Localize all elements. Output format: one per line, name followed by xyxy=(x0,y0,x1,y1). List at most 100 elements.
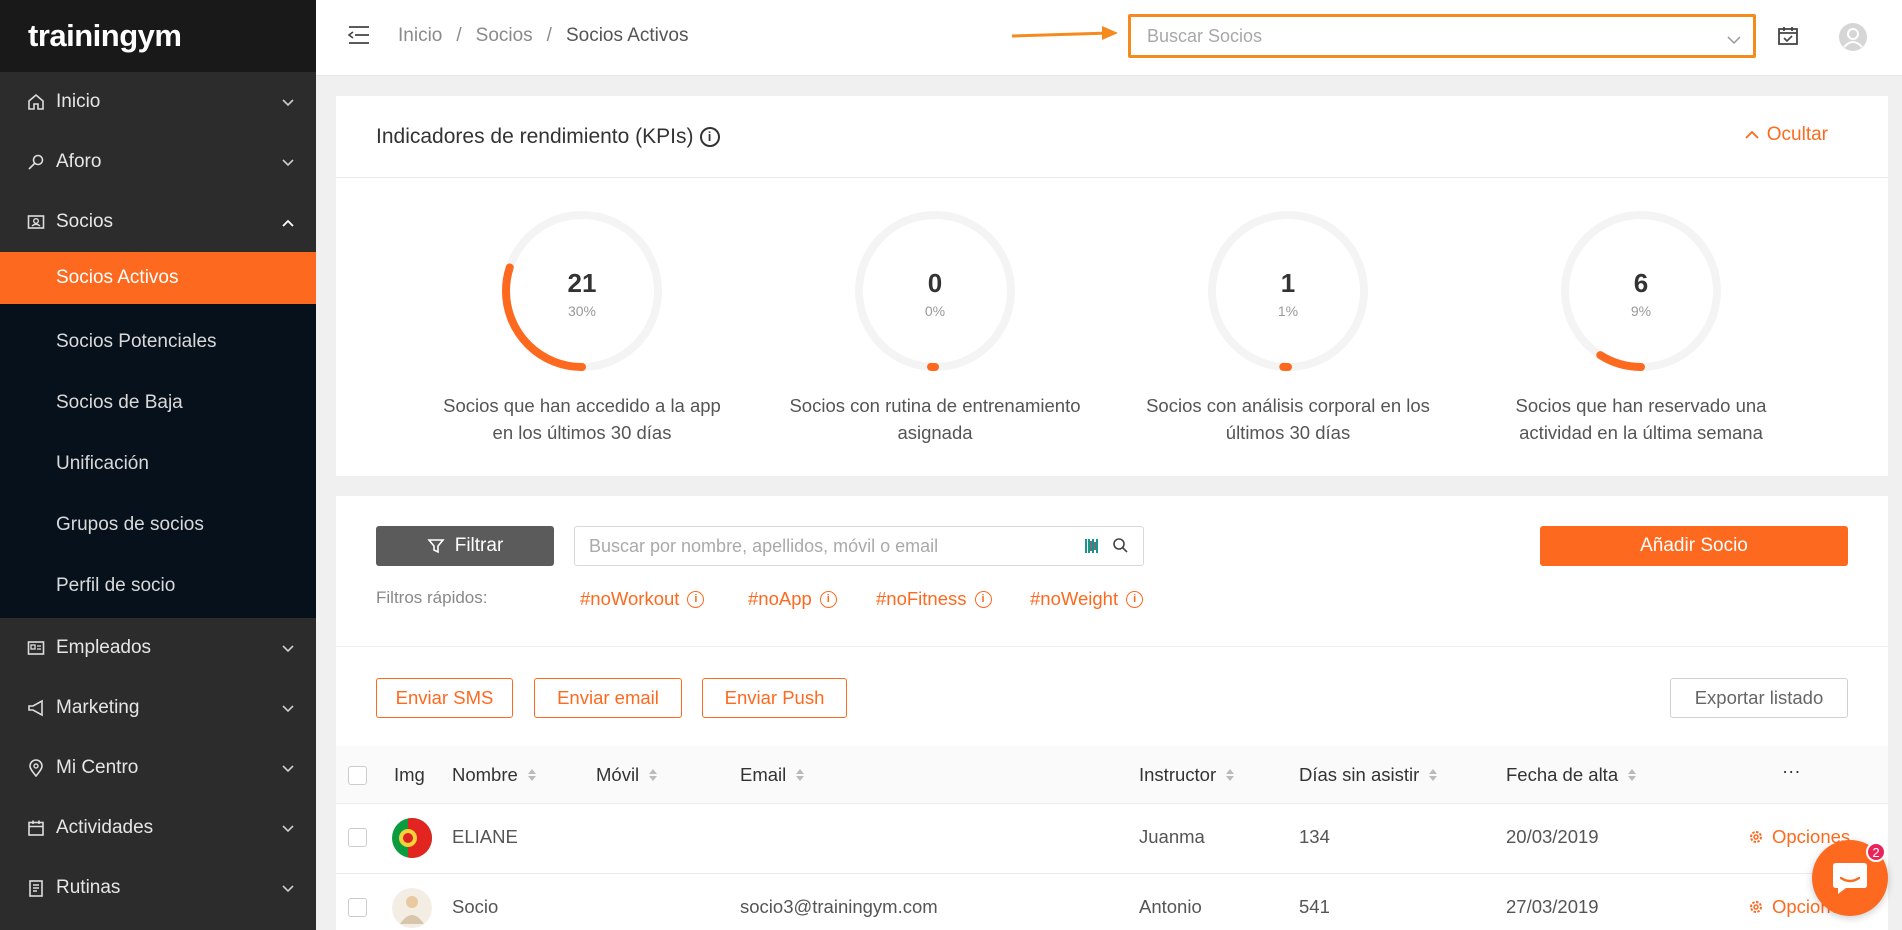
filter-button[interactable]: Filtrar xyxy=(376,526,554,566)
sidebar-item-socios-de-baja[interactable]: Socios de Baja xyxy=(0,372,316,433)
kpi-label: Socios con análisis corporal en los últi… xyxy=(1146,395,1430,443)
sidebar-item-label: Aforo xyxy=(56,151,102,172)
chevron-up-icon xyxy=(1745,130,1759,139)
chevron-down-icon xyxy=(282,757,294,779)
table-row[interactable]: ELIANE Juanma 134 20/03/2019 Opciones xyxy=(336,804,1888,874)
quick-filter-label: #noFitness xyxy=(876,588,967,609)
chevron-down-icon xyxy=(282,637,294,659)
kpi-value: 1 xyxy=(1280,268,1296,298)
info-icon[interactable]: i xyxy=(819,590,837,608)
column-dias-sin-asistir[interactable]: Días sin asistir xyxy=(1299,764,1438,786)
sidebar-item-socios-activos[interactable]: Socios Activos xyxy=(0,252,316,304)
chevron-down-icon xyxy=(282,817,294,839)
kpi-card: Indicadores de rendimiento (KPIs) i Ocul… xyxy=(336,96,1888,476)
gear-icon xyxy=(1750,901,1762,913)
sidebar-item-aforo[interactable]: Aforo xyxy=(0,132,316,192)
chat-notification-badge: 2 xyxy=(1866,842,1886,862)
info-icon[interactable]: i xyxy=(974,590,992,608)
info-icon[interactable]: i xyxy=(687,590,705,608)
chevron-down-icon xyxy=(282,151,294,173)
cell-dias: 134 xyxy=(1299,826,1330,847)
column-label: Nombre xyxy=(452,764,518,785)
quick-filter-nofitness[interactable]: #noFitness i xyxy=(876,588,992,610)
kpi-value: 0 xyxy=(927,268,943,298)
breadcrumb: Inicio / Socios / Socios Activos xyxy=(398,25,688,47)
kpi-value: 21 xyxy=(567,268,597,298)
breadcrumb-socios[interactable]: Socios xyxy=(476,25,533,47)
gear-icon xyxy=(1750,831,1762,843)
sidebar-item-label: Rutinas xyxy=(56,877,121,898)
sidebar-item-empleados[interactable]: Empleados xyxy=(0,618,316,678)
avatar-icon xyxy=(392,888,432,928)
location-pin-icon xyxy=(26,758,46,778)
kpi-item: 1 1% Socios con análisis corporal en los… xyxy=(1118,206,1458,446)
kpi-value: 6 xyxy=(1633,268,1649,298)
member-list-card: Filtrar Buscar por nombre, apellidos, mó… xyxy=(336,496,1888,930)
kpi-item: 6 9% Socios que han reservado una activi… xyxy=(1471,206,1811,446)
hide-kpis-label: Ocultar xyxy=(1766,124,1828,145)
menu-collapse-icon[interactable] xyxy=(346,22,372,48)
info-icon[interactable]: i xyxy=(699,126,720,147)
id-card-icon xyxy=(26,212,46,232)
table-row[interactable]: Socio socio3@trainingym.com Antonio 541 … xyxy=(336,874,1888,930)
sidebar-item-socios[interactable]: Socios xyxy=(0,192,316,252)
sidebar-item-label: Mi Centro xyxy=(56,757,139,778)
sidebar-item-mi-centro[interactable]: Mi Centro xyxy=(0,738,316,798)
member-list-search-input[interactable]: Buscar por nombre, apellidos, móvil o em… xyxy=(574,526,1144,566)
sidebar-item-perfil-de-socio[interactable]: Perfil de socio xyxy=(0,555,316,616)
sort-icon xyxy=(527,769,536,781)
clipboard-icon xyxy=(26,878,46,898)
home-icon xyxy=(26,92,46,112)
select-all-checkbox[interactable] xyxy=(348,766,367,785)
more-options-icon[interactable]: ··· xyxy=(1782,760,1800,782)
sidebar-item-label: Actividades xyxy=(56,817,154,838)
sidebar-item-marketing[interactable]: Marketing xyxy=(0,678,316,738)
sidebar-item-actividades[interactable]: Actividades xyxy=(0,798,316,858)
column-label: Fecha de alta xyxy=(1506,764,1619,785)
search-icon[interactable] xyxy=(1112,537,1129,554)
row-checkbox[interactable] xyxy=(348,898,367,917)
column-movil[interactable]: Móvil xyxy=(596,764,658,786)
sort-icon xyxy=(1429,769,1438,781)
sort-icon xyxy=(1226,769,1235,781)
column-fecha-de-alta[interactable]: Fecha de alta xyxy=(1506,764,1637,786)
sidebar-item-socios-potenciales[interactable]: Socios Potenciales xyxy=(0,311,316,372)
column-label: Días sin asistir xyxy=(1299,764,1420,785)
add-member-button[interactable]: Añadir Socio xyxy=(1540,526,1848,566)
sort-icon xyxy=(1628,769,1637,781)
quick-filters-label: Filtros rápidos: xyxy=(376,588,488,607)
hide-kpis-link[interactable]: Ocultar xyxy=(1745,124,1828,146)
export-list-button[interactable]: Exportar listado xyxy=(1670,678,1848,718)
breadcrumb-inicio[interactable]: Inicio xyxy=(398,25,442,47)
quick-filter-noweight[interactable]: #noWeight i xyxy=(1030,588,1144,610)
cell-fecha: 20/03/2019 xyxy=(1506,826,1599,847)
sidebar-item-rutinas[interactable]: Rutinas xyxy=(0,858,316,918)
sidebar-item-inicio[interactable]: Inicio xyxy=(0,72,316,132)
sidebar-item-label: Empleados xyxy=(56,637,152,658)
send-email-button[interactable]: Enviar email xyxy=(534,678,682,718)
barcode-icon[interactable] xyxy=(1084,537,1100,555)
quick-filter-noapp[interactable]: #noApp i xyxy=(748,588,837,610)
column-email[interactable]: Email xyxy=(740,764,805,786)
member-search-select[interactable]: Buscar Socios xyxy=(1128,14,1756,58)
cell-email: socio3@trainingym.com xyxy=(740,896,938,917)
column-nombre[interactable]: Nombre xyxy=(452,764,536,786)
send-sms-button[interactable]: Enviar SMS xyxy=(376,678,513,718)
send-push-button[interactable]: Enviar Push xyxy=(702,678,847,718)
column-instructor[interactable]: Instructor xyxy=(1139,764,1235,786)
sidebar-item-grupos-de-socios[interactable]: Grupos de socios xyxy=(0,494,316,555)
badge-icon xyxy=(26,638,46,658)
quick-filter-noworkout[interactable]: #noWorkout i xyxy=(580,588,705,610)
calendar-check-icon[interactable] xyxy=(1776,24,1802,50)
chevron-up-icon xyxy=(282,211,294,233)
info-icon[interactable]: i xyxy=(1126,590,1144,608)
row-checkbox[interactable] xyxy=(348,828,367,847)
column-label: Móvil xyxy=(596,764,640,785)
topbar: Inicio / Socios / Socios Activos Buscar … xyxy=(316,0,1902,76)
cell-nombre[interactable]: Socio xyxy=(452,896,498,918)
kpi-percent: 30% xyxy=(567,303,597,319)
kpi-item: 0 0% Socios con rutina de entrenamiento … xyxy=(765,206,1105,446)
cell-nombre[interactable]: ELIANE xyxy=(452,826,518,848)
sidebar-item-unificacion[interactable]: Unificación xyxy=(0,433,316,494)
user-avatar-icon[interactable] xyxy=(1838,22,1867,51)
